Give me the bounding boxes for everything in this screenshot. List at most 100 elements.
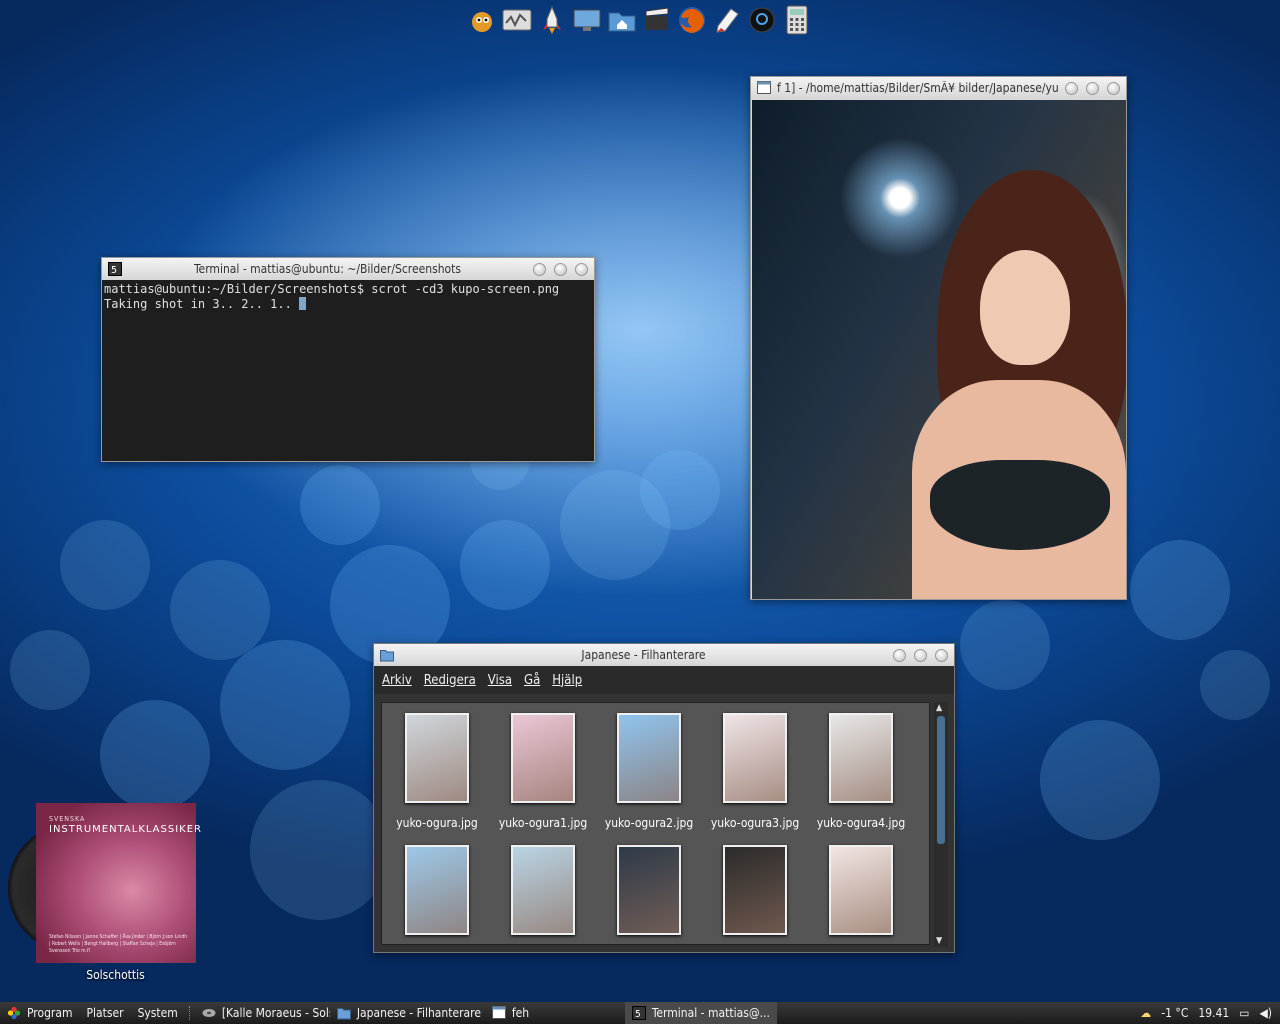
file-icon-view[interactable]: yuko-ogura.jpg yuko-ogura1.jpg yuko-ogura2… — [381, 702, 930, 945]
file-item[interactable]: yuko-ogura1.jpg — [490, 713, 596, 830]
gnome-foot-icon — [7, 1006, 21, 1020]
terminal-output[interactable]: mattias@ubuntu:~/Bilder/Screenshots$ scr… — [102, 280, 594, 461]
image-thumbnail — [511, 713, 575, 803]
clapperboard-icon[interactable] — [641, 4, 673, 36]
close-button[interactable] — [1107, 81, 1120, 95]
gimp-icon[interactable] — [466, 4, 498, 36]
album-title-line2: INSTRUMENTALKLASSIKER — [49, 824, 202, 835]
bokeh-circle — [300, 465, 380, 545]
file-name: yuko-ogura2.jpg — [604, 816, 694, 830]
terminal-line: Taking shot in 3.. 2.. 1.. — [104, 297, 592, 312]
maximize-button[interactable] — [554, 262, 567, 276]
bokeh-circle — [1200, 650, 1270, 720]
places-menu[interactable]: Platser — [80, 1002, 131, 1024]
system-monitor-icon[interactable] — [501, 4, 533, 36]
maximize-button[interactable] — [914, 648, 927, 662]
bokeh-circle — [1130, 540, 1230, 640]
music-player-widget[interactable]: SVENSKA INSTRUMENTALKLASSIKER Stefan Nil… — [8, 803, 203, 988]
minimize-button[interactable] — [893, 648, 906, 662]
file-item[interactable]: yuko-ogura4.jpg — [808, 713, 914, 830]
file-item[interactable]: yuko-ogura2.jpg — [596, 713, 702, 830]
displayed-photo — [752, 100, 1126, 599]
close-button[interactable] — [575, 262, 588, 276]
image-thumbnail — [511, 845, 575, 935]
system-menu[interactable]: System — [131, 1002, 185, 1024]
file-item[interactable] — [808, 845, 914, 944]
taskbar-task[interactable]: 5 Terminal - mattias@... — [624, 1002, 777, 1024]
file-item[interactable] — [384, 845, 490, 944]
window-icon — [491, 1006, 506, 1020]
taskbar-task-label: Terminal - mattias@... — [651, 1006, 770, 1020]
weather-temperature[interactable]: -1 °C — [1161, 1006, 1188, 1020]
menu-arkiv[interactable]: Arkiv — [382, 673, 412, 688]
scroll-down-icon[interactable]: ▼ — [936, 936, 942, 946]
bokeh-circle — [960, 600, 1050, 690]
terminal-titlebar[interactable]: 5 Terminal - mattias@ubuntu: ~/Bilder/Sc… — [102, 258, 594, 280]
launcher-dock — [466, 4, 813, 38]
display-icon[interactable] — [571, 4, 603, 36]
file-item[interactable]: yuko-ogura3.jpg — [702, 713, 808, 830]
image-thumbnail — [617, 713, 681, 803]
bokeh-circle — [100, 700, 210, 810]
folder-icon[interactable] — [380, 648, 394, 662]
terminal-icon[interactable]: 5 — [108, 262, 122, 276]
taskbar-task[interactable]: [Kalle Moraeus - Sols... — [195, 1002, 330, 1024]
taskbar-task[interactable]: feh — [485, 1002, 625, 1024]
taskbar: Program Platser System [Kalle Moraeus - … — [0, 1002, 1280, 1024]
viewer-titlebar[interactable]: f 1] - /home/mattias/Bilder/SmÃ¥ bilder/… — [751, 77, 1126, 99]
bokeh-circle — [640, 450, 720, 530]
taskbar-task-label: feh — [511, 1006, 530, 1020]
menu-ga[interactable]: Gå — [524, 673, 540, 688]
clock[interactable]: 19.41 — [1198, 1006, 1229, 1020]
network-icon[interactable]: ▭ — [1239, 1006, 1249, 1020]
album-cover[interactable]: SVENSKA INSTRUMENTALKLASSIKER Stefan Nil… — [36, 803, 201, 963]
volume-icon[interactable]: ◀) — [1259, 1006, 1272, 1020]
firefox-icon[interactable] — [676, 4, 708, 36]
home-folder-icon[interactable] — [606, 4, 638, 36]
menubar: Arkiv Redigera Visa Gå Hjälp — [374, 666, 954, 694]
filemanager-titlebar[interactable]: Japanese - Filhanterare — [374, 644, 954, 666]
image-thumbnail — [405, 845, 469, 935]
terminal-icon: 5 — [631, 1006, 646, 1020]
folder-icon — [336, 1006, 351, 1020]
rocket-icon[interactable] — [536, 4, 568, 36]
applications-menu[interactable]: Program — [0, 1002, 80, 1024]
calculator-icon[interactable] — [781, 4, 813, 36]
image-viewer-window[interactable]: f 1] - /home/mattias/Bilder/SmÃ¥ bilder/… — [750, 76, 1127, 600]
taskbar-task[interactable]: Japanese - Filhanterare — [330, 1002, 485, 1024]
vertical-scrollbar[interactable]: ▲ ▼ — [934, 702, 948, 947]
filemanager-title: Japanese - Filhanterare — [581, 648, 706, 662]
minimize-button[interactable] — [1065, 81, 1078, 95]
terminal-line: mattias@ubuntu:~/Bilder/Screenshots$ scr… — [104, 282, 560, 296]
image-thumbnail — [829, 845, 893, 935]
menu-program: Program — [27, 1006, 73, 1020]
file-item[interactable]: yuko-ogura.jpg — [384, 713, 490, 830]
file-manager-window[interactable]: Japanese - Filhanterare Arkiv Redigera V… — [373, 643, 955, 953]
taskbar-task-label: [Kalle Moraeus - Sols... — [221, 1006, 330, 1020]
scroll-thumb[interactable] — [937, 716, 945, 844]
image-thumbnail — [829, 713, 893, 803]
viewer-title: f 1] - /home/mattias/Bilder/SmÃ¥ bilder/… — [777, 81, 1059, 95]
music-icon — [202, 1006, 216, 1020]
window-icon[interactable] — [757, 81, 771, 95]
terminal-cursor — [299, 297, 307, 310]
minimize-button[interactable] — [533, 262, 546, 276]
bokeh-circle — [10, 630, 90, 710]
menu-hjalp[interactable]: Hjälp — [552, 673, 582, 688]
editor-icon[interactable] — [711, 4, 743, 36]
taskbar-task-label: Japanese - Filhanterare — [356, 1006, 481, 1020]
terminal-window[interactable]: 5 Terminal - mattias@ubuntu: ~/Bilder/Sc… — [101, 257, 595, 462]
file-item[interactable] — [596, 845, 702, 944]
separator — [188, 1006, 191, 1020]
maximize-button[interactable] — [1086, 81, 1099, 95]
menu-redigera[interactable]: Redigera — [424, 673, 476, 688]
file-item[interactable] — [490, 845, 596, 944]
amarok-icon[interactable] — [746, 4, 778, 36]
weather-icon[interactable]: ☁ — [1140, 1006, 1151, 1020]
scroll-up-icon[interactable]: ▲ — [936, 703, 942, 713]
task-list: [Kalle Moraeus - Sols... Japanese - Filha… — [195, 1002, 777, 1024]
close-button[interactable] — [935, 648, 948, 662]
menu-visa[interactable]: Visa — [488, 673, 512, 688]
image-thumbnail — [405, 713, 469, 803]
file-item[interactable] — [702, 845, 808, 944]
